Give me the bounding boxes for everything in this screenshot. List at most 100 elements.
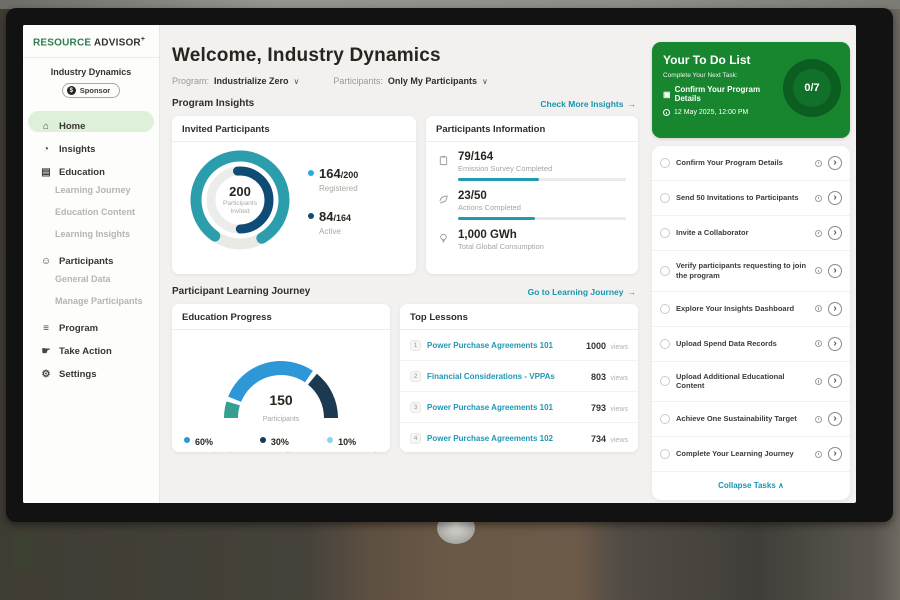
todo-item-verify-participants-requesting-to-join-t[interactable]: Verify participants requesting to join t… xyxy=(652,251,850,292)
todo-item-complete-your-learning-journey[interactable]: Complete Your Learning Journey › xyxy=(652,437,850,472)
sidebar-item-manage-participants[interactable]: Manage Participants xyxy=(28,291,154,311)
task-checkbox[interactable] xyxy=(660,304,670,314)
task-checkbox[interactable] xyxy=(660,376,670,386)
education-gauge-chart: 150 Participants xyxy=(201,338,361,426)
donut-legend-item: 164/200 Registered xyxy=(308,165,358,193)
task-label: Achieve One Sustainability Target xyxy=(676,414,809,424)
lesson-row: 4 Power Purchase Agreements 102 734 view… xyxy=(400,423,638,452)
task-checkbox[interactable] xyxy=(660,449,670,459)
task-checkbox[interactable] xyxy=(660,414,670,424)
task-chevron-button[interactable]: › xyxy=(828,191,842,205)
survey-icon xyxy=(438,151,450,181)
lesson-title-link[interactable]: Power Purchase Agreements 101 xyxy=(427,403,585,412)
task-checkbox[interactable] xyxy=(660,228,670,238)
participants-icon: ☺ xyxy=(40,256,52,267)
lesson-rank-badge: 2 xyxy=(410,371,421,382)
task-chevron-button[interactable]: › xyxy=(828,226,842,240)
sidebar-item-general-data[interactable]: General Data xyxy=(28,269,154,289)
sidebar-item-take-action[interactable]: ☛ Take Action xyxy=(28,336,154,357)
program-filter-label: Program: xyxy=(172,76,209,86)
org-name: Industry Dynamics xyxy=(23,67,159,77)
todo-panel: Your To Do List Complete Your Next Task:… xyxy=(648,25,856,503)
sidebar-item-program[interactable]: ≡ Program xyxy=(28,313,154,334)
program-filter-value: Industrialize Zero xyxy=(214,76,289,86)
legend-dot-icon xyxy=(308,170,314,176)
todo-item-send-50-invitations-to-participants[interactable]: Send 50 Invitations to Participants › xyxy=(652,181,850,216)
stat-row: 1,000 GWh Total Global Consumption xyxy=(426,220,638,256)
task-chevron-button[interactable]: › xyxy=(828,412,842,426)
gauge-legend-item: 60% Completed xyxy=(184,432,231,452)
task-chevron-button[interactable]: › xyxy=(828,302,842,316)
todo-next-task: ▣ Confirm Your Program Details xyxy=(663,85,780,103)
participants-filter-value: Only My Participants xyxy=(388,76,477,86)
sidebar-item-learning-insights[interactable]: Learning Insights xyxy=(28,224,154,244)
sidebar-item-education[interactable]: ▤ Education xyxy=(28,157,154,178)
program-filter[interactable]: Program: Industrialize Zero ∨ xyxy=(172,76,299,86)
task-chevron-button[interactable]: › xyxy=(828,264,842,278)
main-content: Welcome, Industry Dynamics Program: Indu… xyxy=(160,25,648,503)
todo-item-upload-spend-data-records[interactable]: Upload Spend Data Records › xyxy=(652,327,850,362)
invited-donut-chart: 200 Participants Invited xyxy=(188,148,292,252)
task-label: Verify participants requesting to join t… xyxy=(676,261,809,281)
arrow-right-icon: → xyxy=(628,99,637,109)
check-more-insights-link[interactable]: Check More Insights → xyxy=(540,99,636,109)
brand-resource: RESOURCE xyxy=(33,37,91,48)
sidebar-item-insights[interactable]: ◔ Insights xyxy=(28,134,154,155)
todo-list-card: Confirm Your Program Details › Send 50 I… xyxy=(652,146,850,500)
insights-icon: ◔ xyxy=(40,144,52,155)
clock-icon xyxy=(663,109,670,116)
top-lessons-card: Top Lessons 1 Power Purchase Agreements … xyxy=(400,304,638,452)
sidebar-item-education-content[interactable]: Education Content xyxy=(28,202,154,222)
participants-filter-label: Participants: xyxy=(333,76,383,86)
program-insights-title: Program Insights xyxy=(172,98,254,109)
task-checkbox[interactable] xyxy=(660,193,670,203)
lesson-views: 803 views xyxy=(591,367,628,385)
learning-journey-title: Participant Learning Journey xyxy=(172,286,310,297)
gauge-center-caption: Participants xyxy=(263,416,300,423)
sidebar-item-learning-journey[interactable]: Learning Journey xyxy=(28,180,154,200)
task-label: Confirm Your Program Details xyxy=(676,158,809,168)
participants-information-card: Participants Information 79/164 Emission… xyxy=(426,116,638,274)
invited-participants-title: Invited Participants xyxy=(172,116,416,142)
lesson-title-link[interactable]: Financial Considerations - VPPAs xyxy=(427,372,585,381)
todo-item-invite-a-collaborator[interactable]: Invite a Collaborator › xyxy=(652,216,850,251)
sidebar-item-participants[interactable]: ☺ Participants xyxy=(28,246,154,267)
donut-center-value: 200 xyxy=(229,184,251,199)
todo-item-achieve-one-sustainability-target[interactable]: Achieve One Sustainability Target › xyxy=(652,402,850,437)
task-checkbox[interactable] xyxy=(660,339,670,349)
clock-icon xyxy=(815,451,822,458)
bulb-icon xyxy=(438,229,450,256)
todo-progress-ring: 0/7 xyxy=(783,59,841,117)
chevron-up-icon: ∧ xyxy=(778,481,784,490)
invited-participants-card: Invited Participants 200 Participants In… xyxy=(172,116,416,274)
stat-row: 23/50 Actions Completed xyxy=(426,181,638,220)
sidebar-item-settings[interactable]: ⚙ Settings xyxy=(28,359,154,380)
sponsor-icon: $ xyxy=(67,86,76,95)
lesson-title-link[interactable]: Power Purchase Agreements 101 xyxy=(427,341,580,350)
todo-summary-card: Your To Do List Complete Your Next Task:… xyxy=(652,42,850,138)
clock-icon xyxy=(815,416,822,423)
task-checkbox[interactable] xyxy=(660,158,670,168)
task-checkbox[interactable] xyxy=(660,266,670,276)
progress-bar xyxy=(458,217,626,220)
lesson-row: 2 Financial Considerations - VPPAs 803 v… xyxy=(400,361,638,392)
task-chevron-button[interactable]: › xyxy=(828,337,842,351)
task-chevron-button[interactable]: › xyxy=(828,374,842,388)
participants-filter[interactable]: Participants: Only My Participants ∨ xyxy=(333,76,487,86)
insights-cards-row: Invited Participants 200 Participants In… xyxy=(172,116,638,274)
todo-item-explore-your-insights-dashboard[interactable]: Explore Your Insights Dashboard › xyxy=(652,292,850,327)
lesson-title-link[interactable]: Power Purchase Agreements 102 xyxy=(427,434,585,443)
task-label: Invite a Collaborator xyxy=(676,228,809,238)
todo-item-confirm-your-program-details[interactable]: Confirm Your Program Details › xyxy=(652,146,850,181)
go-to-learning-journey-link[interactable]: Go to Learning Journey → xyxy=(528,287,636,297)
task-chevron-button[interactable]: › xyxy=(828,447,842,461)
todo-item-upload-additional-educational-content[interactable]: Upload Additional Educational Content › xyxy=(652,362,850,403)
clock-icon xyxy=(815,378,822,385)
task-chevron-button[interactable]: › xyxy=(828,156,842,170)
chevron-down-icon: ∨ xyxy=(294,77,300,86)
collapse-tasks-link[interactable]: Collapse Tasks ∧ xyxy=(652,472,850,500)
education-progress-card: Education Progress 150 Participants 60% … xyxy=(172,304,390,452)
clock-icon xyxy=(815,160,822,167)
brand-logo: RESOURCE ADVISOR+ xyxy=(33,36,149,48)
sidebar-item-home[interactable]: ⌂ Home xyxy=(28,111,154,132)
